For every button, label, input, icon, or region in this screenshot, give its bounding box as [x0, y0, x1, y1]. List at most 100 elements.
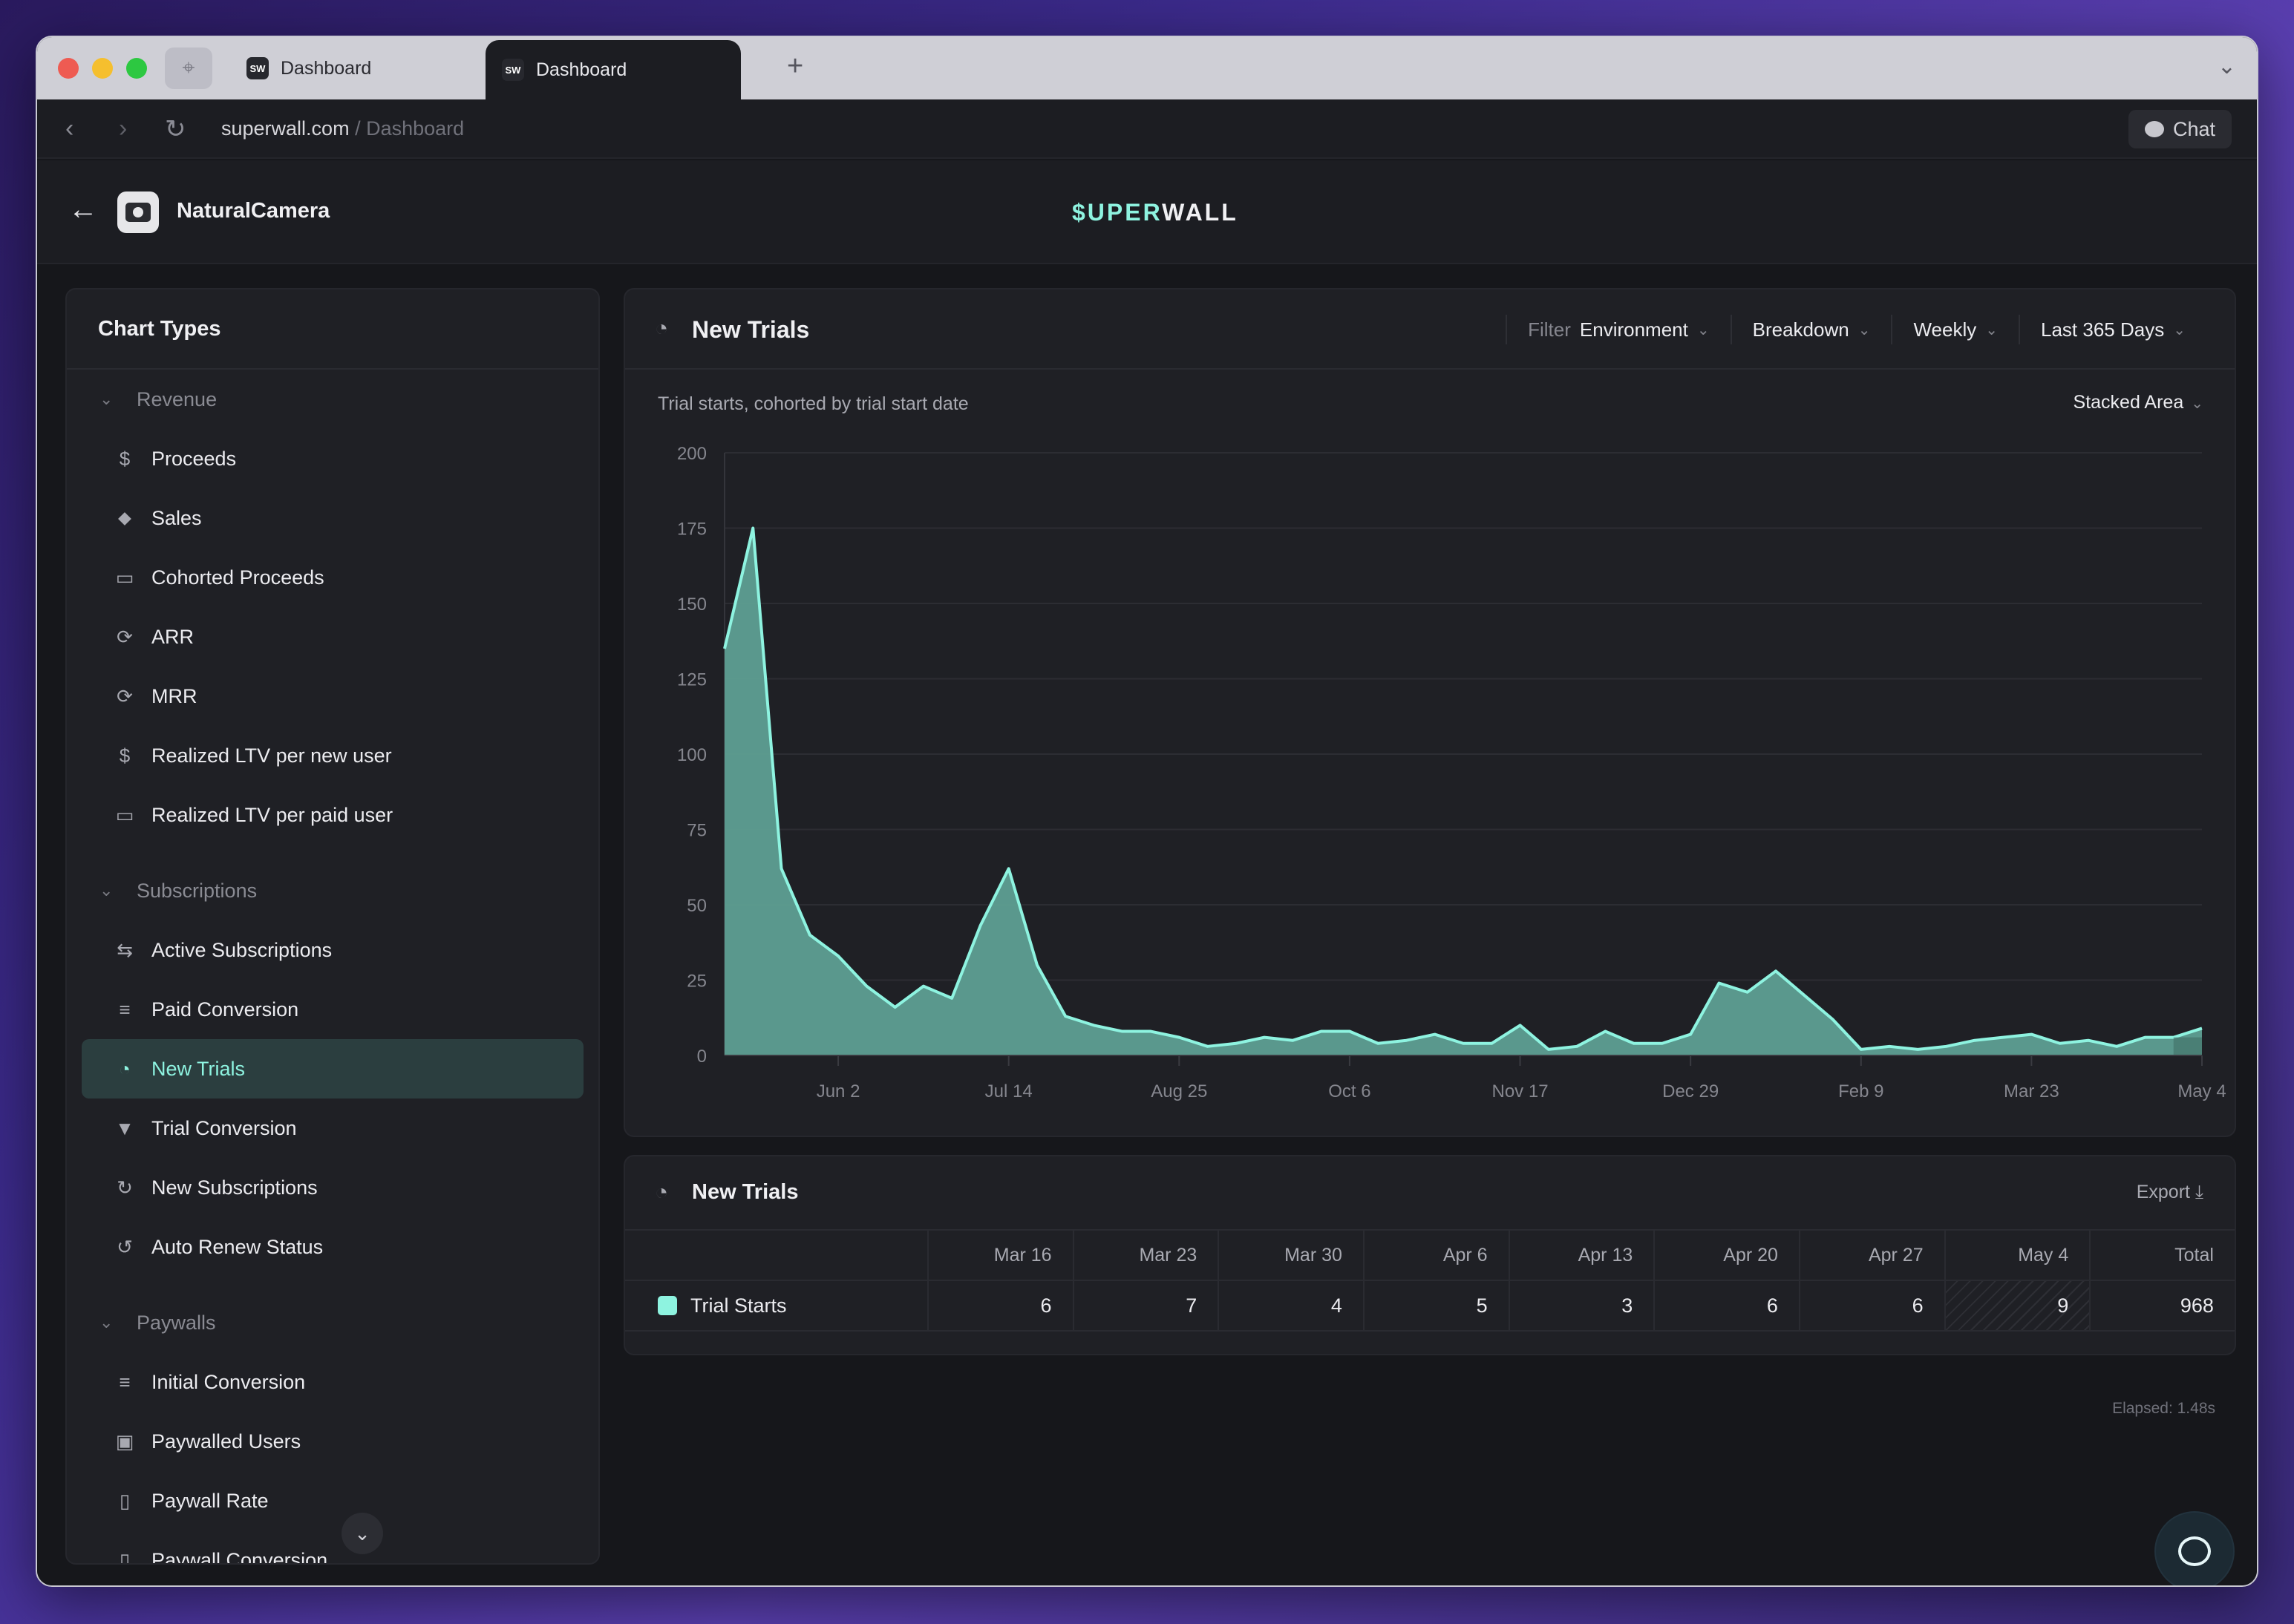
data-point[interactable]: [2086, 1038, 2091, 1043]
data-point[interactable]: [751, 526, 755, 531]
data-point[interactable]: [1603, 1029, 1607, 1034]
column-header[interactable]: Mar 16: [929, 1231, 1074, 1280]
sidebar-group-revenue[interactable]: ⌄ Revenue: [67, 370, 598, 429]
data-point[interactable]: [722, 646, 727, 651]
column-header[interactable]: Total: [2091, 1231, 2235, 1280]
data-point[interactable]: [1461, 1041, 1465, 1046]
sidebar-item-active-subscriptions[interactable]: ⇆ Active Subscriptions: [82, 920, 584, 980]
sidebar-item-proceeds[interactable]: $ Proceeds: [82, 429, 584, 488]
data-point[interactable]: [1148, 1029, 1153, 1034]
sidebar-item-sales[interactable]: ⬥ Sales: [82, 488, 584, 548]
data-point[interactable]: [1575, 1044, 1579, 1049]
interval-dropdown[interactable]: Weekly ⌄: [1891, 315, 2019, 344]
data-point[interactable]: [1206, 1044, 1210, 1049]
data-point[interactable]: [1831, 1017, 1835, 1021]
column-header[interactable]: May 4: [1946, 1231, 2091, 1280]
data-point[interactable]: [1007, 866, 1011, 871]
data-point[interactable]: [1035, 963, 1039, 967]
export-button[interactable]: Export ⤓: [2137, 1182, 2203, 1203]
data-point[interactable]: [1546, 1047, 1551, 1052]
data-point[interactable]: [1632, 1041, 1636, 1046]
data-point[interactable]: [1944, 1044, 1949, 1049]
data-point[interactable]: [978, 923, 982, 928]
forward-icon[interactable]: ›: [119, 114, 127, 143]
data-point[interactable]: [1660, 1041, 1664, 1046]
sidebar-item-paywall-conversion[interactable]: ▯ Paywall Conversion: [82, 1530, 584, 1564]
data-point[interactable]: [1802, 993, 1806, 998]
data-point[interactable]: [1489, 1041, 1494, 1046]
data-point[interactable]: [1973, 1038, 1977, 1043]
data-point[interactable]: [2200, 1026, 2204, 1030]
chat-button[interactable]: Chat: [2128, 110, 2232, 148]
column-header[interactable]: Apr 20: [1655, 1231, 1800, 1280]
data-point[interactable]: [1433, 1032, 1437, 1037]
data-point[interactable]: [950, 996, 954, 1001]
browser-tab-1[interactable]: SW Dashboard: [232, 37, 521, 99]
browser-tab-2-active[interactable]: SW Dashboard: [486, 40, 741, 99]
maximize-window-button[interactable]: [126, 58, 147, 79]
series-line-trial-starts[interactable]: [723, 526, 2203, 1051]
support-chat-button[interactable]: [2154, 1511, 2235, 1585]
data-point[interactable]: [1376, 1041, 1380, 1046]
reload-icon[interactable]: ↻: [165, 114, 186, 144]
sidebar-item-realized-ltv-per-new-user[interactable]: $ Realized LTV per new user: [82, 726, 584, 785]
data-point[interactable]: [1092, 1023, 1097, 1027]
data-point[interactable]: [1120, 1029, 1125, 1034]
data-point[interactable]: [1774, 969, 1778, 973]
sidebar-item-paywalled-users[interactable]: ▣ Paywalled Users: [82, 1412, 584, 1471]
minimize-window-button[interactable]: [92, 58, 113, 79]
data-point[interactable]: [1177, 1035, 1181, 1040]
tab-overview-chevron-icon[interactable]: ⌄: [2218, 53, 2236, 79]
data-point[interactable]: [1347, 1029, 1352, 1034]
data-point[interactable]: [780, 866, 784, 871]
scroll-down-chevron-icon[interactable]: ⌄: [342, 1513, 383, 1554]
data-point[interactable]: [1319, 1029, 1324, 1034]
data-point[interactable]: [1716, 981, 1721, 986]
column-header[interactable]: Apr 27: [1800, 1231, 1946, 1280]
data-point[interactable]: [1404, 1038, 1408, 1043]
new-tab-icon[interactable]: +: [787, 50, 803, 82]
data-point[interactable]: [1234, 1041, 1238, 1046]
data-point[interactable]: [1518, 1023, 1523, 1027]
back-icon[interactable]: ‹: [65, 114, 73, 143]
data-point[interactable]: [921, 984, 926, 989]
data-point[interactable]: [893, 1005, 898, 1009]
close-window-button[interactable]: [58, 58, 79, 79]
sidebar-item-cohorted-proceeds[interactable]: ▭ Cohorted Proceeds: [82, 548, 584, 607]
sidebar-item-realized-ltv-per-paid-user[interactable]: ▭ Realized LTV per paid user: [82, 785, 584, 845]
data-point[interactable]: [1262, 1035, 1267, 1040]
sidebar-group-subscriptions[interactable]: ⌄ Subscriptions: [67, 861, 598, 920]
sidebar-item-mrr[interactable]: ⟳ MRR: [82, 667, 584, 726]
data-point[interactable]: [836, 954, 840, 958]
sidebar-group-paywalls[interactable]: ⌄ Paywalls: [67, 1293, 598, 1352]
url-field[interactable]: superwall.com / Dashboard: [221, 117, 464, 140]
back-arrow-icon[interactable]: ←: [68, 193, 98, 226]
data-point[interactable]: [2029, 1032, 2033, 1037]
date-range-dropdown[interactable]: Last 365 Days ⌄: [2019, 315, 2206, 344]
sidebar-item-trial-conversion[interactable]: ▼ Trial Conversion: [82, 1099, 584, 1158]
data-point[interactable]: [1887, 1044, 1892, 1049]
data-point[interactable]: [1290, 1038, 1295, 1043]
data-point[interactable]: [808, 933, 812, 937]
data-point[interactable]: [2143, 1035, 2147, 1040]
area-chart[interactable]: 0 25 50 75 100 125 150 175 200 Jun 2 Jul 14 Aug 25 O…: [625, 423, 2238, 1136]
area-fill-trial-starts[interactable]: [725, 528, 2202, 1056]
column-header[interactable]: Apr 13: [1510, 1231, 1656, 1280]
column-header[interactable]: Mar 30: [1219, 1231, 1365, 1280]
filter-dropdown[interactable]: Filter Environment ⌄: [1506, 315, 1731, 344]
sidebar-item-paywall-rate[interactable]: ▯ Paywall Rate: [82, 1471, 584, 1530]
sidebar-item-auto-renew-status[interactable]: ↺ Auto Renew Status: [82, 1217, 584, 1277]
sidebar-item-initial-conversion[interactable]: ≡ Initial Conversion: [82, 1352, 584, 1412]
data-point[interactable]: [2114, 1044, 2119, 1049]
column-header[interactable]: Apr 6: [1365, 1231, 1510, 1280]
sidebar-item-arr[interactable]: ⟳ ARR: [82, 607, 584, 667]
data-point[interactable]: [1915, 1047, 1920, 1052]
sidebar-item-new-subscriptions[interactable]: ↻ New Subscriptions: [82, 1158, 584, 1217]
column-header[interactable]: Mar 23: [1074, 1231, 1220, 1280]
breakdown-dropdown[interactable]: Breakdown ⌄: [1730, 315, 1892, 344]
data-point[interactable]: [1859, 1047, 1863, 1052]
data-point[interactable]: [1063, 1014, 1068, 1018]
data-point[interactable]: [1688, 1032, 1693, 1037]
data-point[interactable]: [1745, 990, 1750, 995]
pin-icon[interactable]: ⌖: [165, 48, 212, 89]
